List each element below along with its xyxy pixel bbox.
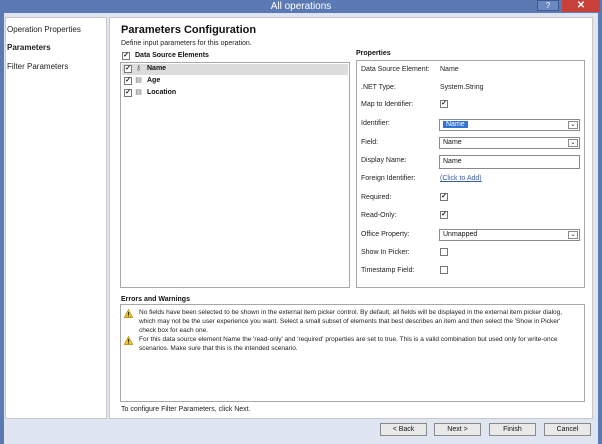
field-select[interactable]: Name ⌄ [439,137,580,149]
display-name-input[interactable]: Name [439,155,580,169]
required-label: Required: [361,194,392,201]
element-name-checkbox[interactable]: ✓ [124,65,132,73]
warning-icon [124,336,133,345]
page-title: Parameters Configuration [121,24,257,36]
required-checkbox[interactable]: ✓ [440,193,448,201]
office-property-select-value: Unmapped [443,231,478,238]
sidebar [5,17,107,419]
show-in-picker-checkbox[interactable] [440,248,448,256]
tree-item-location[interactable]: Location [147,89,176,96]
data-source-element-value: Name [440,66,459,73]
page-description: Define input parameters for this operati… [121,40,252,47]
element-age-checkbox[interactable]: ✓ [124,77,132,85]
sidebar-item-operation-properties[interactable]: Operation Properties [7,25,81,34]
chevron-down-icon: ⌄ [568,139,578,147]
read-only-label: Read-Only: [361,212,397,219]
footer-hint: To configure Filter Parameters, click Ne… [121,406,251,413]
net-type-value: System.String [440,84,484,91]
tree-item-name[interactable]: Name [147,65,166,72]
foreign-identifier-label: Foreign Identifier: [361,175,416,182]
identifier-select[interactable]: Name ⌄ [439,119,580,131]
identifier-label: Identifier: [361,120,390,127]
finish-button[interactable]: Finish [489,423,536,436]
chevron-down-icon: ⌄ [568,231,578,239]
warning-icon [124,309,133,318]
map-to-identifier-label: Map to Identifier: [361,101,414,108]
back-button[interactable]: < Back [380,423,427,436]
add-foreign-identifier-link[interactable]: (Click to Add) [440,175,482,182]
display-name-label: Display Name: [361,157,407,164]
window-title: All operations [270,1,332,12]
next-button[interactable]: Next > [434,423,481,436]
show-in-picker-label: Show In Picker: [361,249,410,256]
timestamp-field-checkbox[interactable] [440,266,448,274]
net-type-label: .NET Type: [361,84,396,91]
field-label: Field: [361,139,379,146]
data-source-elements-label: Data Source Elements [135,52,209,59]
title-bar: All operations ? ✕ [0,0,602,13]
data-source-element-label: Data Source Element: [361,66,430,73]
office-property-label: Office Property: [361,231,410,238]
sidebar-item-parameters[interactable]: Parameters [7,43,51,52]
properties-title: Properties [356,50,391,57]
field-select-value: Name [443,139,462,146]
field-icon: ▤ [135,89,142,96]
close-button[interactable]: ✕ [562,0,600,12]
tree-item-age[interactable]: Age [147,77,160,84]
timestamp-field-label: Timestamp Field: [361,267,415,274]
read-only-checkbox[interactable]: ✓ [440,211,448,219]
warning-message: No fields have been selected to be shown… [139,309,563,334]
errors-warnings-title: Errors and Warnings [121,296,190,303]
data-source-elements-checkbox[interactable]: ✓ [122,52,130,60]
sidebar-item-filter-parameters[interactable]: Filter Parameters [7,62,68,71]
identifier-select-value: Name [443,121,468,128]
field-icon: ▤ [135,77,142,84]
element-location-checkbox[interactable]: ✓ [124,89,132,97]
warning-message: For this data source element Name the 'r… [139,336,558,352]
office-property-select[interactable]: Unmapped ⌄ [439,229,580,241]
cancel-button[interactable]: Cancel [544,423,591,436]
map-to-identifier-checkbox[interactable]: ✓ [440,100,448,108]
help-button[interactable]: ? [537,0,559,11]
chevron-down-icon: ⌄ [568,121,578,129]
identifier-key-icon: ⚷ [135,65,142,72]
